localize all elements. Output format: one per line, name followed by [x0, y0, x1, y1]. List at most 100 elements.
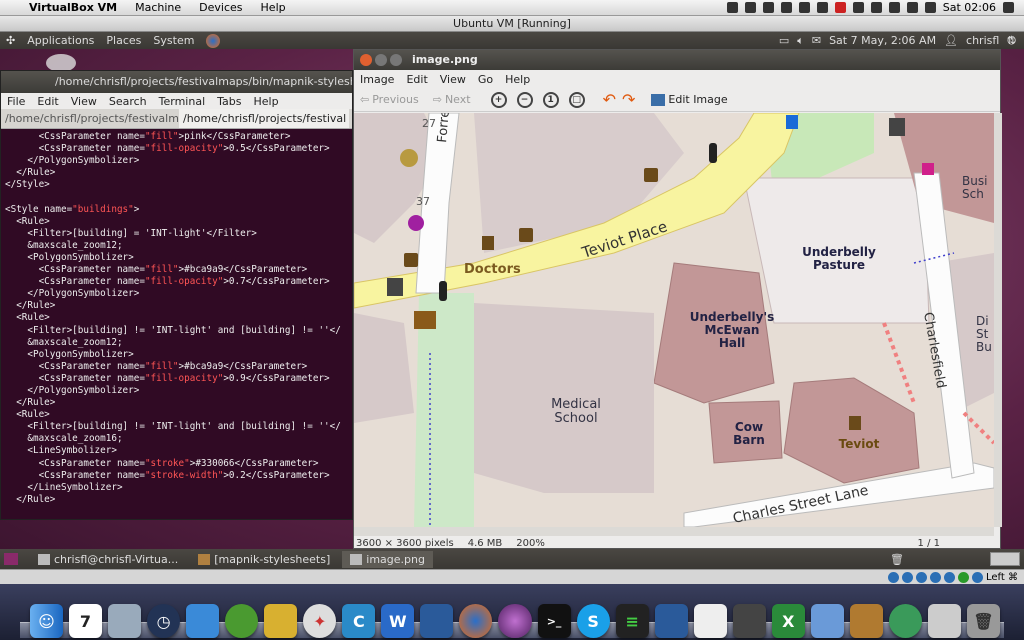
term-menu-edit[interactable]: Edit — [31, 95, 64, 108]
task-folder[interactable]: [mapnik-stylesheets] — [190, 551, 338, 568]
twitter-dock-icon[interactable] — [186, 604, 220, 638]
twitter-icon[interactable] — [726, 2, 738, 13]
excel-icon[interactable]: X — [771, 604, 805, 638]
menu-help[interactable]: Help — [252, 1, 295, 14]
zoom-fit-icon[interactable]: □ — [568, 91, 585, 108]
battery-icon[interactable] — [924, 2, 936, 13]
task-image[interactable]: image.png — [342, 550, 433, 568]
shared-folders-icon[interactable] — [930, 571, 941, 583]
mouse-integration-icon[interactable] — [972, 571, 983, 583]
applications-folder-icon[interactable] — [810, 604, 844, 638]
terminal-titlebar[interactable]: /home/chrisfl/projects/festivalmaps/bin/… — [1, 71, 352, 93]
firefox-dock-icon[interactable] — [459, 604, 493, 638]
menu-devices[interactable]: Devices — [190, 1, 251, 14]
capture-status-icon[interactable] — [958, 571, 969, 583]
network-icon[interactable]: ⇅ — [1001, 34, 1022, 47]
app-menu[interactable]: VirtualBox VM — [20, 1, 126, 14]
documents-icon[interactable] — [928, 604, 962, 638]
adium-icon[interactable] — [225, 604, 259, 638]
panel-datetime[interactable]: Sat 7 May, 2:06 AM — [829, 34, 936, 47]
zoom-out-icon[interactable]: − — [516, 91, 533, 108]
minimize-window-icon[interactable] — [375, 54, 387, 66]
vertical-scrollbar[interactable] — [994, 113, 1002, 527]
ubuntu-logo-icon[interactable]: ✣ — [0, 34, 21, 47]
word-icon[interactable]: W — [381, 604, 415, 638]
menu-applications[interactable]: Applications — [21, 34, 100, 47]
firefox-launcher-icon[interactable] — [200, 33, 226, 48]
task-terminal[interactable]: chrisfl@chrisfl-Virtua... — [30, 551, 186, 568]
viewer-menu-edit[interactable]: Edit — [400, 73, 433, 86]
viewer-menu-view[interactable]: View — [434, 73, 472, 86]
viewer-menu-help[interactable]: Help — [499, 73, 536, 86]
trash-icon[interactable]: 🗑︎ — [967, 604, 1001, 638]
user-icon[interactable]: 👤︎ — [944, 34, 958, 47]
workspace-switcher[interactable] — [990, 552, 1020, 566]
copy-icon[interactable] — [798, 2, 810, 13]
finder-icon[interactable]: ☺ — [29, 604, 63, 638]
show-desktop-icon[interactable] — [4, 553, 18, 565]
cd-status-icon[interactable] — [902, 571, 913, 583]
hdd-status-icon[interactable] — [888, 571, 899, 583]
edit-image-button[interactable]: Edit Image — [651, 93, 728, 106]
map-image[interactable]: Teviot Place Charles Street Lane Charles… — [354, 113, 994, 527]
trash-applet-icon[interactable]: 🗑︎ — [890, 553, 904, 566]
rotate-left-icon[interactable]: ↶ — [603, 90, 616, 109]
term-menu-view[interactable]: View — [65, 95, 103, 108]
term-menu-search[interactable]: Search — [103, 95, 153, 108]
virtualbox-icon[interactable] — [420, 604, 454, 638]
terminal-output[interactable]: <CssParameter name="fill">pink</CssParam… — [1, 129, 352, 519]
display-icon[interactable] — [852, 2, 864, 13]
menu-system[interactable]: System — [147, 34, 200, 47]
sync-icon[interactable] — [780, 2, 792, 13]
zoom-in-icon[interactable]: + — [490, 91, 507, 108]
virtualbox-2-icon[interactable] — [654, 604, 688, 638]
viewer-menu-image[interactable]: Image — [354, 73, 400, 86]
menu-machine[interactable]: Machine — [126, 1, 190, 14]
menubar-clock[interactable]: Sat 02:06 — [943, 1, 996, 14]
horizontal-scrollbar[interactable] — [354, 527, 994, 536]
term-menu-terminal[interactable]: Terminal — [153, 95, 212, 108]
previous-button[interactable]: ⇦ Previous — [360, 93, 419, 106]
archive-icon[interactable] — [849, 604, 883, 638]
mail-indicator-icon[interactable]: ✉ — [812, 34, 821, 47]
panel-user[interactable]: chrisfl — [966, 34, 999, 47]
close-window-icon[interactable] — [360, 54, 372, 66]
safari-icon[interactable]: ✦ — [303, 604, 337, 638]
bluetooth-icon[interactable] — [870, 2, 882, 13]
term-menu-help[interactable]: Help — [248, 95, 285, 108]
desktop-dock-icon[interactable] — [732, 604, 766, 638]
term-menu-file[interactable]: File — [1, 95, 31, 108]
spotlight-icon[interactable] — [1003, 2, 1014, 13]
photo-icon[interactable] — [498, 604, 532, 638]
viewer-menu-go[interactable]: Go — [472, 73, 499, 86]
next-button[interactable]: ⇨ Next — [433, 93, 471, 106]
x-icon[interactable] — [816, 2, 828, 13]
volume-indicator-icon[interactable]: 🔈︎ — [797, 34, 804, 48]
terminal-dock-icon[interactable]: >_ — [537, 604, 571, 638]
preview-icon[interactable] — [108, 604, 142, 638]
skype-dock-icon[interactable]: S — [576, 604, 610, 638]
term-menu-tabs[interactable]: Tabs — [211, 95, 247, 108]
maximize-window-icon[interactable] — [390, 54, 402, 66]
cyberduck-icon[interactable]: C — [342, 604, 376, 638]
calendar-icon[interactable]: 7 — [68, 604, 103, 638]
terminal-tab-1[interactable]: /home/chrisfl/projects/festivalma... ✖ — [1, 109, 179, 128]
menu-places[interactable]: Places — [100, 34, 147, 47]
terminal-tab-2[interactable]: /home/chrisfl/projects/festival — [179, 109, 349, 128]
textedit-icon[interactable] — [693, 604, 727, 638]
alert-icon[interactable] — [834, 2, 846, 13]
battery-indicator-icon[interactable]: ▭ — [779, 34, 789, 47]
wifi-icon[interactable] — [906, 2, 918, 13]
volume-icon[interactable] — [888, 2, 900, 13]
network-status-icon[interactable] — [944, 571, 955, 583]
viewer-titlebar[interactable]: image.png — [354, 50, 1000, 70]
network-dock-icon[interactable] — [888, 604, 922, 638]
zoom-normal-icon[interactable]: 1 — [542, 91, 559, 108]
skype-icon[interactable] — [762, 2, 774, 13]
usb-status-icon[interactable] — [916, 571, 927, 583]
dropbox-icon[interactable] — [744, 2, 756, 13]
time-machine-icon[interactable]: ◷ — [147, 604, 181, 638]
transmit-icon[interactable] — [264, 604, 298, 638]
rotate-right-icon[interactable]: ↷ — [622, 90, 635, 109]
activity-monitor-icon[interactable]: ≡ — [615, 604, 649, 638]
